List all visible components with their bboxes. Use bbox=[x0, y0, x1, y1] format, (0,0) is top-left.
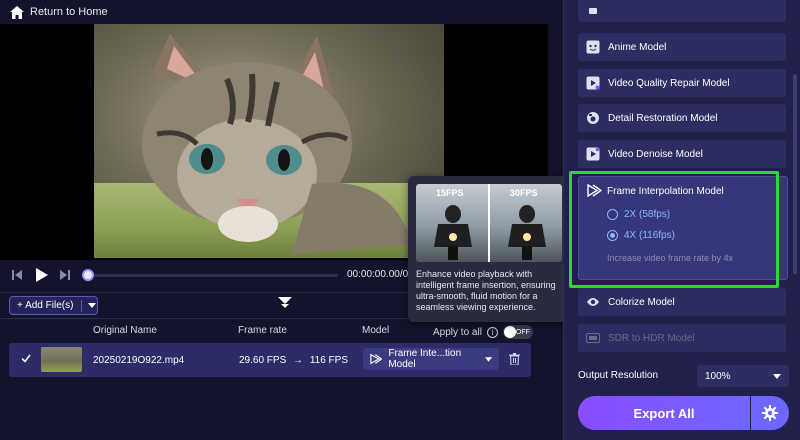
colorize-icon bbox=[586, 295, 600, 309]
return-home-label[interactable]: Return to Home bbox=[30, 6, 108, 18]
frame-rate-value: 29.60 FPS → 116 FPS bbox=[239, 355, 348, 366]
file-name: 20250219O922.mp4 bbox=[93, 355, 185, 366]
apply-to-all: Apply to all i OFF bbox=[433, 325, 533, 339]
fps-from: 29.60 FPS bbox=[239, 355, 287, 366]
button-divider bbox=[81, 299, 83, 312]
toggle-knob bbox=[503, 326, 516, 338]
progress-bar[interactable] bbox=[82, 269, 338, 281]
checkmark-icon[interactable] bbox=[21, 354, 31, 363]
model-item-detail-restoration[interactable]: Detail Restoration Model bbox=[578, 104, 786, 132]
chevron-down-icon[interactable] bbox=[88, 303, 97, 308]
export-all-button[interactable]: Export All bbox=[578, 396, 750, 430]
fps-label-right: 30FPS bbox=[510, 188, 538, 198]
video-denoise-icon bbox=[586, 147, 600, 161]
col-frame-rate: Frame rate bbox=[238, 325, 287, 336]
panel-scrollbar[interactable] bbox=[793, 74, 797, 274]
detail-restoration-icon bbox=[586, 111, 600, 125]
tooltip-text: Enhance video playback with intelligent … bbox=[416, 269, 556, 312]
kitten-image bbox=[142, 34, 412, 254]
toggle-state-label: OFF bbox=[515, 328, 530, 336]
model-item-anime[interactable]: Anime Model bbox=[578, 33, 786, 61]
fps-to: 116 FPS bbox=[309, 355, 348, 366]
gear-icon bbox=[762, 405, 778, 421]
model-item-colorize[interactable]: Colorize Model bbox=[578, 288, 786, 316]
timecode: 00:00:00.00/0 bbox=[347, 269, 409, 280]
anime-face-icon bbox=[586, 40, 600, 54]
motorcycle-image-left bbox=[434, 205, 472, 260]
return-home-button[interactable] bbox=[10, 5, 24, 19]
trash-icon[interactable] bbox=[509, 353, 520, 365]
apply-to-all-toggle[interactable]: OFF bbox=[502, 325, 533, 339]
skip-back-icon[interactable] bbox=[10, 268, 24, 282]
model-tooltip: 15FPS 30FPS Enhance video playback with … bbox=[408, 176, 570, 322]
add-files-button[interactable]: + Add File(s) bbox=[9, 296, 98, 315]
video-thumbnail bbox=[41, 347, 82, 372]
table-row[interactable]: 20250219O922.mp4 29.60 FPS → 116 FPS Fra… bbox=[9, 343, 531, 377]
highlight-box bbox=[569, 171, 779, 288]
apply-to-all-label: Apply to all bbox=[433, 326, 482, 338]
play-icon[interactable] bbox=[34, 268, 48, 282]
video-repair-icon bbox=[586, 76, 600, 90]
col-model: Model bbox=[362, 325, 390, 336]
model-item-partial[interactable] bbox=[578, 0, 786, 22]
output-resolution-label: Output Resolution bbox=[578, 370, 659, 381]
collapse-chevron-icon[interactable] bbox=[278, 297, 292, 309]
model-label-denoise: Video Denoise Model bbox=[608, 148, 703, 160]
topbar: Return to Home bbox=[0, 0, 548, 24]
chevron-down-icon bbox=[773, 373, 781, 379]
model-label-quality-repair: Video Quality Repair Model bbox=[608, 77, 730, 89]
output-resolution-value: 100% bbox=[705, 370, 731, 382]
file-table-header: Original Name Frame rate Model Apply to … bbox=[0, 320, 548, 342]
model-select-value: Frame Inte...tion Model bbox=[388, 348, 462, 370]
model-item-quality-repair[interactable]: Video Quality Repair Model bbox=[578, 69, 786, 97]
model-select[interactable]: Frame Inte...tion Model bbox=[363, 348, 499, 370]
add-files-label: + Add File(s) bbox=[17, 300, 74, 311]
model-label-colorize: Colorize Model bbox=[608, 296, 675, 308]
model-label-anime: Anime Model bbox=[608, 41, 667, 53]
info-icon[interactable]: i bbox=[486, 326, 498, 338]
motorcycle-image-right bbox=[508, 205, 546, 260]
comparison-divider bbox=[488, 184, 490, 262]
model-item-denoise[interactable]: Video Denoise Model bbox=[578, 140, 786, 168]
model-item-sdr-to-hdr[interactable]: SDR to HDR Model bbox=[578, 324, 786, 352]
model-label-detail-restoration: Detail Restoration Model bbox=[608, 112, 718, 124]
model-label-sdr-to-hdr: SDR to HDR Model bbox=[608, 332, 695, 344]
progress-knob[interactable] bbox=[82, 269, 94, 281]
hdr-icon bbox=[586, 331, 600, 345]
export-all-label: Export All bbox=[633, 405, 695, 421]
skip-forward-icon[interactable] bbox=[58, 268, 72, 282]
tooltip-preview: 15FPS 30FPS bbox=[416, 184, 562, 262]
col-original-name: Original Name bbox=[93, 325, 157, 336]
home-icon bbox=[10, 5, 24, 19]
fps-arrow: → bbox=[293, 355, 304, 366]
fps-label-left: 15FPS bbox=[436, 188, 464, 198]
export-settings-button[interactable] bbox=[751, 396, 789, 430]
frame-interpolation-icon bbox=[370, 353, 383, 365]
model-icon bbox=[586, 4, 600, 18]
output-resolution-select[interactable]: 100% bbox=[697, 365, 789, 387]
video-frame bbox=[94, 24, 444, 258]
chevron-down-icon bbox=[484, 356, 492, 362]
